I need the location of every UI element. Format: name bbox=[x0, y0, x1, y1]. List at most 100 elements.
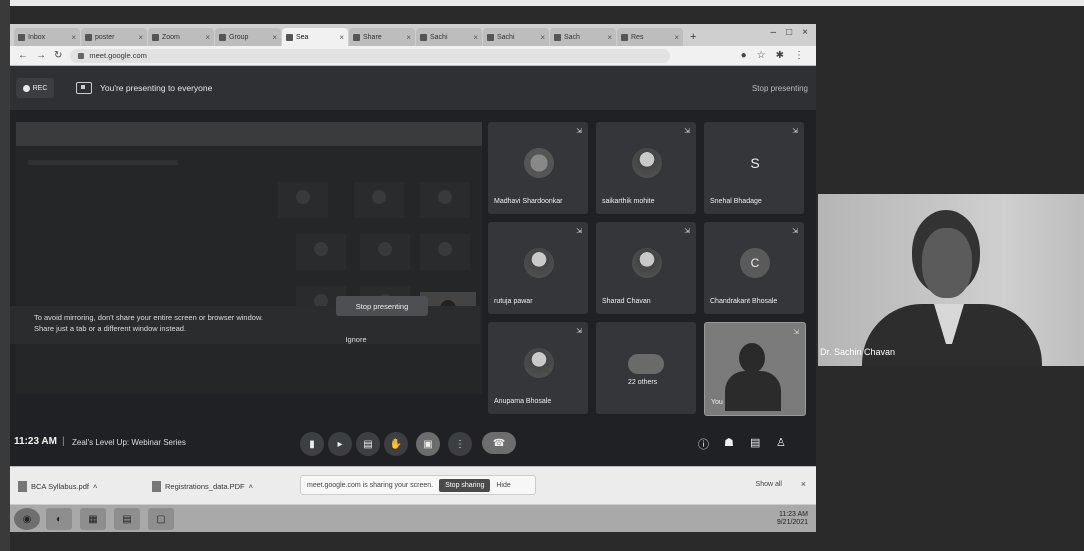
tab-close-icon[interactable]: × bbox=[272, 33, 277, 42]
close-download-bar-icon[interactable]: × bbox=[801, 479, 806, 489]
pin-icon[interactable]: ⇲ bbox=[684, 127, 690, 135]
pin-icon[interactable]: ⇲ bbox=[576, 227, 582, 235]
scan-margin-top bbox=[0, 0, 1084, 6]
pin-icon[interactable]: ⇲ bbox=[793, 328, 799, 336]
participant-avatar bbox=[632, 148, 662, 178]
browser-tab[interactable]: Group × bbox=[215, 28, 281, 46]
activities-icon[interactable]: ♙ bbox=[776, 436, 786, 449]
browser-tab[interactable]: Inbox × bbox=[14, 28, 80, 46]
pin-icon[interactable]: ⇲ bbox=[576, 127, 582, 135]
meeting-time: 11:23 AM bbox=[14, 436, 57, 447]
browser-tab[interactable]: Sach × bbox=[550, 28, 616, 46]
end-call-icon[interactable]: ☎ bbox=[482, 432, 516, 454]
participant-name: rutuja pawar bbox=[494, 298, 533, 305]
pin-icon[interactable]: ⇲ bbox=[792, 227, 798, 235]
separator: | bbox=[62, 436, 65, 447]
participant-name: Madhavi Shardoonkar bbox=[494, 198, 563, 205]
forward-arrow-icon[interactable]: → bbox=[36, 50, 46, 61]
menu-icon[interactable]: ⋮ bbox=[794, 50, 804, 61]
present-now-icon[interactable]: ▣ bbox=[416, 432, 440, 456]
participant-name: Snehal Bhadage bbox=[710, 198, 762, 205]
rec-label: REC bbox=[32, 84, 48, 92]
participant-tile[interactable]: ⇲ Anupama Bhosale bbox=[488, 322, 588, 414]
download-item[interactable]: BCA Syllabus.pdf ˄ bbox=[18, 477, 97, 495]
people-icon[interactable]: ☗ bbox=[724, 436, 734, 449]
new-tab-icon[interactable]: + bbox=[690, 31, 696, 43]
app-taskbar-icon[interactable]: ▤ bbox=[114, 508, 140, 530]
tab-favicon-icon bbox=[554, 33, 561, 41]
show-all-link[interactable]: Show all bbox=[756, 481, 782, 488]
star-icon[interactable]: ☆ bbox=[757, 50, 766, 61]
explorer-taskbar-icon[interactable]: ▦ bbox=[80, 508, 106, 530]
mirrored-text-line bbox=[28, 160, 178, 165]
mic-icon[interactable]: ▮ bbox=[300, 432, 324, 456]
browser-tab[interactable]: Sachi × bbox=[416, 28, 482, 46]
participant-tile[interactable]: ⇲ saikarthik mohite bbox=[596, 122, 696, 214]
pin-icon[interactable]: ⇲ bbox=[576, 327, 582, 335]
browser-tab[interactable]: Share × bbox=[349, 28, 415, 46]
tab-favicon-icon bbox=[420, 33, 427, 41]
tab-close-icon[interactable]: × bbox=[71, 33, 76, 42]
camera-toggle-icon[interactable]: ▸ bbox=[328, 432, 352, 456]
participant-tile[interactable]: ⇲ Madhavi Shardoonkar bbox=[488, 122, 588, 214]
stop-sharing-button[interactable]: Stop sharing bbox=[439, 478, 491, 492]
ignore-button[interactable]: Ignore bbox=[326, 332, 386, 346]
hide-button[interactable]: Hide bbox=[496, 482, 510, 489]
url-field[interactable]: meet.google.com bbox=[70, 48, 671, 63]
others-tile[interactable]: 22 others bbox=[596, 322, 696, 414]
back-arrow-icon[interactable]: ← bbox=[18, 50, 28, 61]
captions-icon[interactable]: ▤ bbox=[356, 432, 380, 456]
chevron-up-icon[interactable]: ˄ bbox=[249, 482, 253, 491]
tab-close-icon[interactable]: × bbox=[473, 33, 478, 42]
participant-tile[interactable]: ⇲ C Chandrakant Bhosale bbox=[704, 222, 804, 314]
participant-tile[interactable]: ⇲ rutuja pawar bbox=[488, 222, 588, 314]
meeting-title: Zeal's Level Up: Webinar Series bbox=[72, 438, 186, 447]
tab-close-icon[interactable]: × bbox=[138, 33, 143, 42]
browser-tab[interactable]: Zoom × bbox=[148, 28, 214, 46]
start-button-icon[interactable]: ◉ bbox=[14, 508, 40, 530]
tab-close-icon[interactable]: × bbox=[406, 33, 411, 42]
participant-tile[interactable]: ⇲ Sharad Chavan bbox=[596, 222, 696, 314]
participant-tile[interactable]: ⇲ S Snehal Bhadage bbox=[704, 122, 804, 214]
minimize-icon[interactable]: – bbox=[771, 27, 777, 38]
meet-app: REC You're presenting to everyone Stop p… bbox=[10, 66, 816, 466]
url-text: meet.google.com bbox=[89, 51, 147, 60]
mirrored-tile bbox=[420, 182, 470, 218]
stop-presenting-button[interactable]: Stop presenting bbox=[336, 296, 428, 316]
info-icon[interactable]: ⓘ bbox=[698, 436, 709, 452]
participant-avatar bbox=[524, 348, 554, 378]
app-taskbar-icon[interactable]: ▢ bbox=[148, 508, 174, 530]
stop-presenting-link[interactable]: Stop presenting bbox=[752, 84, 808, 93]
browser-tab[interactable]: poster × bbox=[81, 28, 147, 46]
tab-close-icon[interactable]: × bbox=[607, 33, 612, 42]
tab-label: Sea bbox=[296, 33, 309, 41]
tab-close-icon[interactable]: × bbox=[674, 33, 679, 42]
extension-icon[interactable]: ✱ bbox=[776, 50, 784, 61]
tab-favicon-icon bbox=[621, 33, 628, 41]
tab-favicon-icon bbox=[152, 33, 159, 41]
tab-close-icon[interactable]: × bbox=[205, 33, 210, 42]
close-window-icon[interactable]: × bbox=[802, 27, 808, 38]
pin-icon[interactable]: ⇲ bbox=[792, 127, 798, 135]
tab-close-icon[interactable]: × bbox=[339, 33, 344, 42]
raise-hand-icon[interactable]: ✋ bbox=[384, 432, 408, 456]
camera-icon[interactable]: ● bbox=[741, 50, 747, 61]
chrome-taskbar-icon[interactable]: ◐ bbox=[46, 508, 72, 530]
download-item[interactable]: Registrations_data.PDF ˄ bbox=[152, 477, 253, 495]
tab-favicon-icon bbox=[487, 33, 494, 41]
participant-avatar: C bbox=[740, 248, 770, 278]
chevron-up-icon[interactable]: ˄ bbox=[93, 482, 97, 491]
reload-icon[interactable]: ↻ bbox=[54, 50, 62, 61]
maximize-icon[interactable]: □ bbox=[786, 27, 792, 38]
mirrored-tile bbox=[360, 234, 410, 270]
browser-tab-active[interactable]: Sea × bbox=[282, 28, 348, 46]
browser-tab[interactable]: Res × bbox=[617, 28, 683, 46]
chat-icon[interactable]: ▤ bbox=[750, 436, 760, 449]
self-view-tile[interactable]: ⇲ You bbox=[704, 322, 806, 416]
tab-label: Share bbox=[363, 33, 382, 41]
pin-icon[interactable]: ⇲ bbox=[684, 227, 690, 235]
more-options-icon[interactable]: ⋮ bbox=[448, 432, 472, 456]
tab-close-icon[interactable]: × bbox=[540, 33, 545, 42]
browser-tab[interactable]: Sachi × bbox=[483, 28, 549, 46]
tab-label: Sachi bbox=[430, 33, 448, 41]
